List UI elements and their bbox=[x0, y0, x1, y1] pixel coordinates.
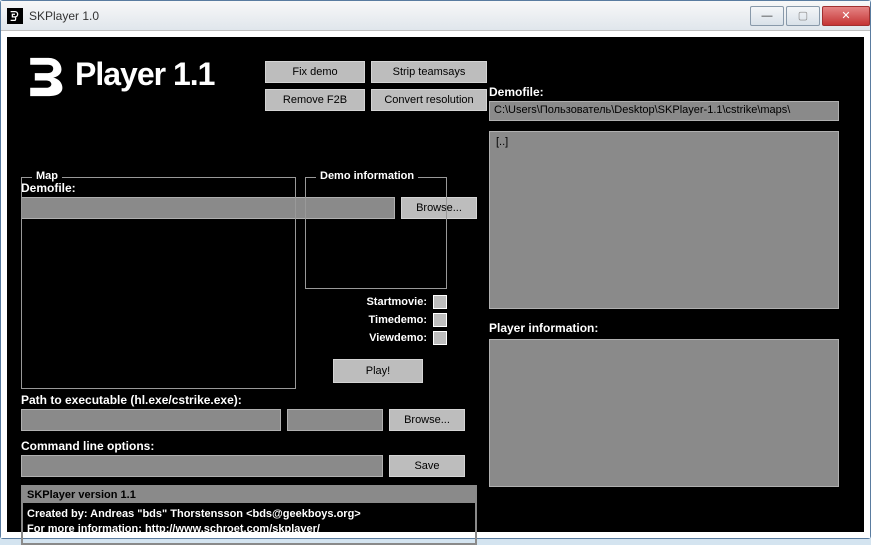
viewdemo-label: Viewdemo: bbox=[369, 332, 427, 344]
player-info-label: Player information: bbox=[489, 321, 839, 335]
executable-extra-input[interactable] bbox=[287, 409, 383, 431]
demo-info-legend: Demo information bbox=[316, 170, 418, 182]
logo-block: Player 1.1 bbox=[21, 47, 214, 101]
play-button[interactable]: Play! bbox=[333, 359, 423, 383]
list-item[interactable]: [..] bbox=[496, 136, 832, 148]
remove-f2b-button[interactable]: Remove F2B bbox=[265, 89, 365, 111]
client-area: Player 1.1 Fix demo Strip teamsays Remov… bbox=[1, 31, 870, 538]
right-demofile-label: Demofile: bbox=[489, 85, 839, 99]
viewdemo-checkbox[interactable] bbox=[433, 331, 447, 345]
sk-logo-icon bbox=[21, 51, 67, 97]
app-window: SKPlayer 1.0 — ▢ ✕ Player 1.1 Fi bbox=[0, 0, 871, 539]
fix-demo-button[interactable]: Fix demo bbox=[265, 61, 365, 83]
close-button[interactable]: ✕ bbox=[822, 6, 870, 26]
titlebar: SKPlayer 1.0 — ▢ ✕ bbox=[1, 1, 870, 31]
timedemo-label: Timedemo: bbox=[369, 314, 427, 326]
app-icon bbox=[7, 8, 23, 24]
startmovie-checkbox[interactable] bbox=[433, 295, 447, 309]
strip-teamsays-button[interactable]: Strip teamsays bbox=[371, 61, 487, 83]
executable-path-input[interactable] bbox=[21, 409, 281, 431]
app-title: Player 1.1 bbox=[75, 56, 214, 93]
credits-line-2: For more information: http://www.schroet… bbox=[27, 522, 471, 537]
cmd-options-input[interactable] bbox=[21, 455, 383, 477]
timedemo-checkbox[interactable] bbox=[433, 313, 447, 327]
browse-executable-button[interactable]: Browse... bbox=[389, 409, 465, 431]
cmd-options-label: Command line options: bbox=[21, 439, 477, 453]
window-title: SKPlayer 1.0 bbox=[29, 9, 750, 23]
file-list[interactable]: [..] bbox=[489, 131, 839, 309]
minimize-button[interactable]: — bbox=[750, 6, 784, 26]
map-legend: Map bbox=[32, 170, 62, 182]
credits-line-1: Created by: Andreas "bds" Thorstensson <… bbox=[27, 507, 471, 522]
main-panel: Player 1.1 Fix demo Strip teamsays Remov… bbox=[7, 37, 864, 532]
map-groupbox: Map bbox=[21, 177, 296, 389]
save-button[interactable]: Save bbox=[389, 455, 465, 477]
maximize-button[interactable]: ▢ bbox=[786, 6, 820, 26]
right-demofile-path[interactable]: C:\Users\Пользователь\Desktop\SKPlayer-1… bbox=[489, 101, 839, 121]
about-panel: SKPlayer version 1.1 Created by: Andreas… bbox=[21, 485, 477, 545]
player-info-box bbox=[489, 339, 839, 487]
demo-info-groupbox: Demo information bbox=[305, 177, 447, 289]
convert-resolution-button[interactable]: Convert resolution bbox=[371, 89, 487, 111]
startmovie-label: Startmovie: bbox=[366, 296, 427, 308]
path-label: Path to executable (hl.exe/cstrike.exe): bbox=[21, 393, 477, 407]
about-header: SKPlayer version 1.1 bbox=[23, 487, 475, 503]
